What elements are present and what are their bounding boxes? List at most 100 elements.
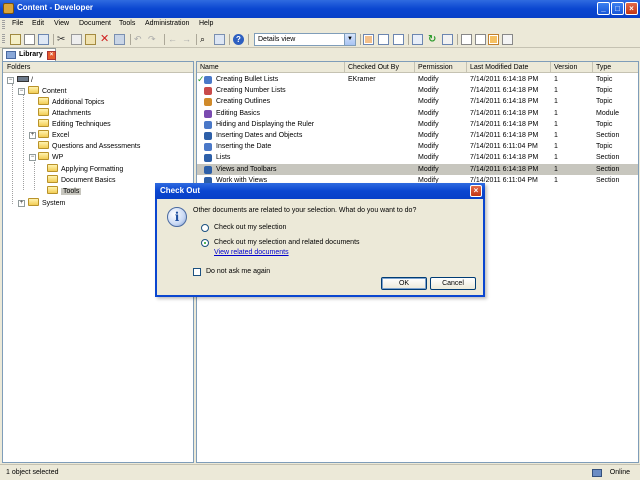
dialog-close-button[interactable]: × (470, 185, 482, 197)
tab-library[interactable]: Library × (2, 48, 56, 61)
radio-check-out-selection[interactable] (201, 224, 209, 232)
layout-icon[interactable] (412, 34, 423, 45)
details-view-icon[interactable] (363, 34, 374, 45)
document-icon (204, 120, 212, 129)
maximize-button[interactable]: □ (611, 2, 624, 15)
view-related-documents-link[interactable]: View related documents (214, 249, 289, 256)
tree-item-tools[interactable]: Tools (47, 186, 82, 197)
folder-icon (38, 119, 49, 127)
tree-item-document-basics[interactable]: Document Basics (47, 175, 115, 186)
tree-item-questions[interactable]: Questions and Assessments (38, 141, 140, 152)
cell-permission: Modify (418, 109, 439, 117)
filter-icon[interactable] (214, 34, 225, 45)
cut-icon[interactable]: ✂ (57, 34, 68, 45)
menu-document[interactable]: Document (79, 20, 111, 27)
column-header-name[interactable]: Name (197, 62, 345, 73)
cancel-button[interactable]: Cancel (430, 277, 476, 290)
cell-type: Section (596, 132, 620, 139)
menu-administration[interactable]: Administration (145, 20, 189, 27)
folder-icon (38, 130, 49, 138)
tree-item-applying-formatting[interactable]: Applying Formatting (47, 164, 123, 175)
preview-icon[interactable] (488, 34, 499, 45)
tree-item-wp[interactable]: − WP (29, 152, 63, 163)
paste-icon[interactable] (85, 34, 96, 45)
details-icon[interactable] (442, 34, 453, 45)
dialog-title: Check Out (160, 186, 201, 195)
toolbar-grip (2, 34, 5, 43)
check-in-icon[interactable] (461, 34, 472, 45)
folders-header: Folders (3, 62, 193, 73)
table-row[interactable]: Hiding and Displaying the Ruler Modify 7/1… (197, 119, 638, 130)
cell-name: Lists (216, 154, 231, 162)
tab-library-label: Library (19, 51, 43, 58)
cell-modified: 7/14/2011 6:14:18 PM (470, 120, 539, 128)
status-text: 1 object selected (6, 469, 59, 476)
binoculars-icon[interactable]: ⌕ (200, 34, 211, 45)
cell-type: Topic (596, 143, 613, 151)
collapse-icon[interactable]: − (18, 88, 25, 95)
table-row[interactable]: Creating Outlines Modify 7/14/2011 6:14:18… (197, 96, 638, 107)
menu-file[interactable]: File (12, 20, 23, 27)
folder-icon (47, 164, 58, 172)
cell-version: 1 (554, 165, 558, 173)
delete-icon[interactable]: ✕ (100, 34, 111, 45)
cell-modified: 7/14/2011 6:14:18 PM (470, 76, 539, 83)
collapse-icon[interactable]: − (29, 154, 36, 161)
find-icon[interactable] (114, 34, 125, 45)
tree-item-attachments[interactable]: Attachments (38, 108, 91, 119)
column-header-checked-out-by[interactable]: Checked Out By (345, 62, 415, 73)
list-view-icon[interactable] (378, 34, 389, 45)
menu-help[interactable]: Help (199, 20, 213, 27)
new-icon[interactable] (10, 34, 21, 45)
menu-view[interactable]: View (54, 20, 69, 27)
table-row[interactable]: Views and Toolbars Modify 7/14/2011 6:14:1… (197, 163, 638, 175)
tree-item-root[interactable]: − / (7, 75, 33, 86)
table-row[interactable]: Lists Modify 7/14/2011 6:14:18 PM 1 Section (197, 152, 638, 163)
expand-icon[interactable]: + (18, 200, 25, 207)
menu-bar: File Edit View Document Tools Administra… (0, 18, 640, 31)
refresh-icon[interactable]: ↻ (428, 34, 439, 45)
help-icon[interactable]: ? (233, 34, 244, 45)
table-row[interactable]: Inserting Dates and Objects Modify 7/14/20… (197, 130, 638, 141)
close-tab-icon[interactable]: × (47, 51, 56, 60)
column-header-last-modified[interactable]: Last Modified Date (467, 62, 551, 73)
table-row[interactable]: Editing Basics Modify 7/14/2011 6:14:18 PM… (197, 108, 638, 119)
tree-item-content[interactable]: − Content (18, 86, 67, 97)
tree-item-system[interactable]: + System (18, 198, 65, 209)
save-icon[interactable] (38, 34, 49, 45)
folder-icon (38, 97, 49, 105)
cell-modified: 7/14/2011 6:11:04 PM (470, 143, 538, 151)
view-select[interactable]: Details view ▼ (254, 33, 356, 46)
tree-item-excel[interactable]: + Excel (29, 130, 69, 141)
column-header-version[interactable]: Version (551, 62, 593, 73)
forward-icon[interactable]: → (182, 34, 193, 45)
chevron-down-icon[interactable]: ▼ (344, 34, 355, 45)
cell-version: 1 (554, 120, 558, 128)
split-view-icon[interactable] (393, 34, 404, 45)
table-row[interactable]: ✓ Creating Bullet Lists EKramer Modify 7/14/… (197, 74, 638, 85)
table-row[interactable]: Inserting the Date Modify 7/14/2011 6:11:0… (197, 141, 638, 152)
undo-icon[interactable]: ↶ (134, 34, 145, 45)
table-row[interactable]: Creating Number Lists Modify 7/14/2011 6:1… (197, 85, 638, 96)
expand-icon[interactable]: + (29, 132, 36, 139)
app-icon (3, 3, 14, 14)
menu-tools[interactable]: Tools (119, 20, 135, 27)
publish-icon[interactable] (502, 34, 513, 45)
back-icon[interactable]: ← (168, 34, 179, 45)
properties-icon[interactable] (24, 34, 35, 45)
redo-icon[interactable]: ↷ (148, 34, 159, 45)
check-out-icon[interactable] (475, 34, 486, 45)
menu-edit[interactable]: Edit (32, 20, 44, 27)
minimize-button[interactable]: _ (597, 2, 610, 15)
radio-check-out-related[interactable] (201, 239, 209, 247)
column-header-permission[interactable]: Permission (415, 62, 467, 73)
ok-button[interactable]: OK (381, 277, 427, 290)
document-icon (204, 143, 212, 152)
do-not-ask-checkbox[interactable] (193, 268, 201, 276)
tree-item-additional-topics[interactable]: Additional Topics (38, 97, 104, 108)
column-header-type[interactable]: Type (593, 62, 638, 73)
copy-icon[interactable] (71, 34, 82, 45)
collapse-icon[interactable]: − (7, 77, 14, 84)
tree-item-editing-techniques[interactable]: Editing Techniques (38, 119, 111, 130)
close-button[interactable]: × (625, 2, 638, 15)
